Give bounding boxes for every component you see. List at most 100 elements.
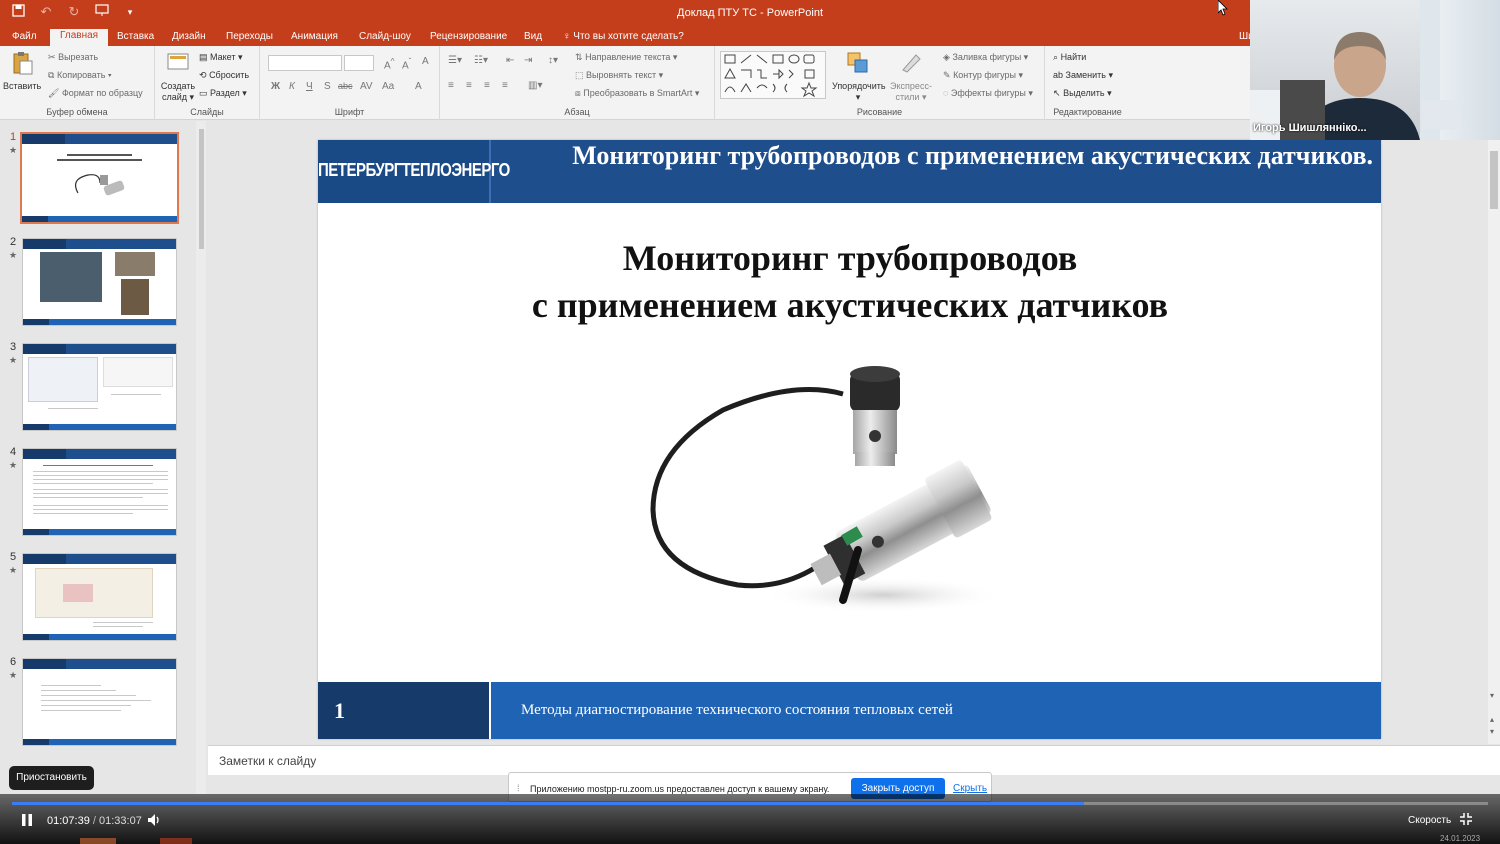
thumbnail-number: 4 xyxy=(10,446,17,458)
slide-thumbnail-6[interactable] xyxy=(22,658,177,746)
pause-button[interactable] xyxy=(20,813,34,830)
scrollbar-thumb[interactable] xyxy=(199,129,204,249)
font-name-input[interactable] xyxy=(268,55,342,71)
increase-font-icon[interactable]: A^ xyxy=(384,56,395,71)
tab-animations[interactable]: Анимация xyxy=(291,30,338,46)
columns-icon[interactable]: ▥▾ xyxy=(528,80,542,91)
format-painter-button[interactable]: 🖌 Формат по образцу xyxy=(48,88,143,99)
decrease-font-icon[interactable]: Aˇ xyxy=(402,56,411,71)
thumbnail-number: 2 xyxy=(10,236,17,248)
tell-me-search[interactable]: ♀ Что вы хотите сделать? xyxy=(563,30,684,46)
tab-review[interactable]: Рецензирование xyxy=(430,30,507,46)
select-button[interactable]: ↖ Выделить ▾ xyxy=(1053,88,1112,99)
notes-placeholder: Заметки к слайду xyxy=(219,754,317,768)
italic-icon[interactable]: К xyxy=(289,81,295,92)
group-label-drawing: Рисование xyxy=(856,107,903,117)
tab-insert[interactable]: Вставка xyxy=(117,30,154,46)
line-spacing-icon[interactable]: ↕▾ xyxy=(548,55,558,66)
slide-thumbnail-4[interactable] xyxy=(22,448,177,536)
align-text-icon: ⬚ xyxy=(575,70,584,80)
char-spacing-icon[interactable]: AV xyxy=(360,81,373,92)
slide-thumbnail-3[interactable] xyxy=(22,343,177,431)
tab-file[interactable]: Файл xyxy=(12,30,37,46)
reset-button[interactable]: ⟲ Сбросить xyxy=(199,70,249,81)
slide-thumbnail-2[interactable] xyxy=(22,238,177,326)
webcam-background-strip xyxy=(1420,0,1500,140)
slide-editor-scrollbar[interactable]: ▾ ▴ ▾ xyxy=(1488,121,1500,744)
exit-fullscreen-icon xyxy=(1460,813,1472,825)
font-size-input[interactable] xyxy=(344,55,374,71)
volume-icon xyxy=(148,814,159,826)
change-case-icon[interactable]: Aa xyxy=(382,81,394,92)
shape-outline-button[interactable]: ✎ Контур фигуры ▾ xyxy=(943,70,1023,81)
prev-slide-icon[interactable]: ▴ xyxy=(1490,715,1494,724)
bold-icon[interactable]: Ж xyxy=(271,81,280,92)
lightbulb-icon: ♀ xyxy=(563,31,571,42)
exit-fullscreen-button[interactable] xyxy=(1459,812,1473,829)
slide-footer: 1 Методы диагностирование технического с… xyxy=(318,682,1381,739)
scroll-down-icon[interactable]: ▾ xyxy=(1490,691,1494,700)
pen-icon: ✎ xyxy=(943,70,951,80)
slide-title[interactable]: Мониторинг трубопроводов с применением а… xyxy=(318,235,1381,329)
drag-handle-icon[interactable]: ⁞ xyxy=(517,783,520,793)
align-left-icon[interactable]: ≡ xyxy=(448,80,454,91)
slide-thumbnail-1[interactable] xyxy=(20,132,179,224)
duration: 01:33:07 xyxy=(99,815,142,827)
volume-button[interactable] xyxy=(146,812,162,831)
tab-home[interactable]: Главная xyxy=(50,29,109,46)
webcam-video: Игорь Шишлянніко... xyxy=(1250,0,1420,140)
sensor-thumbnail-image xyxy=(75,174,125,196)
slide-header-title: Мониторинг трубопроводов с применением а… xyxy=(572,141,1373,170)
cut-button[interactable]: ✂ Вырезать xyxy=(48,52,98,63)
strikethrough-icon[interactable]: abc xyxy=(338,81,353,91)
justify-icon[interactable]: ≡ xyxy=(502,80,508,91)
thumbnails-scrollbar[interactable] xyxy=(196,121,206,794)
current-slide[interactable]: ПЕТЕРБУРГТЕПЛОЭНЕРГО Мониторинг трубопро… xyxy=(318,140,1381,739)
align-center-icon[interactable]: ≡ xyxy=(466,80,472,91)
shape-effects-button[interactable]: ◌ Эффекты фигуры ▾ xyxy=(943,88,1033,99)
section-button[interactable]: ▭ Раздел ▾ xyxy=(199,88,247,99)
new-slide-button[interactable]: Создать слайд ▾ xyxy=(158,50,198,103)
effects-icon: ◌ xyxy=(943,88,949,98)
font-color-icon[interactable]: A xyxy=(415,81,422,92)
replace-button[interactable]: ab Заменить ▾ xyxy=(1053,70,1113,81)
slide-footer-number: 1 xyxy=(334,698,345,723)
paste-button[interactable]: Вставить xyxy=(3,50,41,92)
quick-styles-button[interactable]: Экспресс- стили ▾ xyxy=(887,50,935,103)
clear-formatting-icon[interactable]: A xyxy=(422,56,429,67)
tab-view[interactable]: Вид xyxy=(524,30,542,46)
tab-transitions[interactable]: Переходы xyxy=(226,30,273,46)
chart-thumbnail xyxy=(103,357,173,387)
thumbnail-number: 5 xyxy=(10,551,17,563)
tab-design[interactable]: Дизайн xyxy=(172,30,206,46)
next-slide-icon[interactable]: ▾ xyxy=(1490,727,1494,736)
notes-pane[interactable]: Заметки к слайду xyxy=(208,745,1500,775)
decrease-indent-icon[interactable]: ⇤ xyxy=(506,55,514,66)
text-direction-button[interactable]: ⇅ Направление текста ▾ xyxy=(575,52,677,63)
find-button[interactable]: ⌕ Найти xyxy=(1053,52,1086,63)
numbering-icon[interactable]: ☷▾ xyxy=(474,55,488,66)
shadow-icon[interactable]: S xyxy=(324,81,331,92)
hide-link[interactable]: Скрыть xyxy=(953,783,987,794)
video-progress-bar[interactable] xyxy=(12,802,1488,805)
speed-button[interactable]: Скорость xyxy=(1408,815,1451,826)
photo-thumbnail xyxy=(121,279,149,315)
smartart-button[interactable]: ⧈ Преобразовать в SmartArt ▾ xyxy=(575,88,699,99)
shapes-gallery[interactable] xyxy=(720,51,826,99)
scrollbar-thumb[interactable] xyxy=(1490,151,1498,209)
align-text-button[interactable]: ⬚ Выровнять текст ▾ xyxy=(575,70,663,81)
group-label-font: Шрифт xyxy=(334,107,365,117)
shape-fill-button[interactable]: ◈ Заливка фигуры ▾ xyxy=(943,52,1028,63)
underline-icon[interactable]: Ч xyxy=(306,81,313,92)
copy-button[interactable]: ⧉ Копировать ▾ xyxy=(48,70,112,81)
group-label-editing: Редактирование xyxy=(1053,107,1122,117)
taskbar-app-icon xyxy=(80,838,116,844)
layout-button[interactable]: ▤ Макет ▾ xyxy=(199,52,243,63)
share-message: Приложению mostpp-ru.zoom.us предоставле… xyxy=(530,784,830,794)
slide-thumbnail-5[interactable] xyxy=(22,553,177,641)
increase-indent-icon[interactable]: ⇥ xyxy=(524,55,532,66)
bullets-icon[interactable]: ☰▾ xyxy=(448,55,462,66)
align-right-icon[interactable]: ≡ xyxy=(484,80,490,91)
arrange-button[interactable]: Упорядочить ▾ xyxy=(832,50,886,103)
tab-slideshow[interactable]: Слайд-шоу xyxy=(359,30,411,46)
